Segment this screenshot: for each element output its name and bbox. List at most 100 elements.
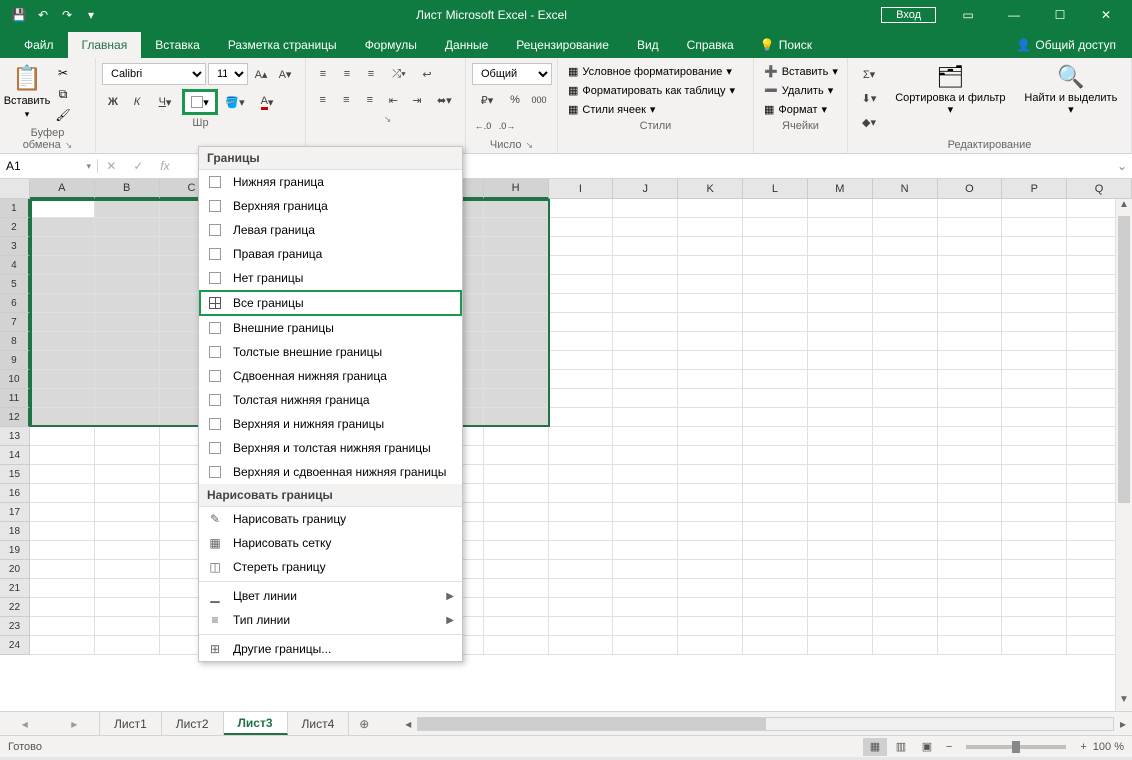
cell-O17[interactable] <box>938 503 1003 522</box>
cell-O20[interactable] <box>938 560 1003 579</box>
cell-H21[interactable] <box>484 579 549 598</box>
cell-L9[interactable] <box>743 351 808 370</box>
cell-N14[interactable] <box>873 446 938 465</box>
cell-B22[interactable] <box>95 598 160 617</box>
col-header-K[interactable]: K <box>678 179 743 199</box>
cell-I19[interactable] <box>549 541 614 560</box>
decrease-decimal-icon[interactable]: .0→ <box>496 115 518 137</box>
cell-H13[interactable] <box>484 427 549 446</box>
cell-P4[interactable] <box>1002 256 1067 275</box>
cell-B14[interactable] <box>95 446 160 465</box>
scroll-right-icon[interactable]: ▸ <box>1114 717 1132 731</box>
cell-N17[interactable] <box>873 503 938 522</box>
cell-J6[interactable] <box>613 294 678 313</box>
row-header-7[interactable]: 7 <box>0 313 30 332</box>
col-header-A[interactable]: A <box>30 179 95 199</box>
cell-M19[interactable] <box>808 541 873 560</box>
row-header-3[interactable]: 3 <box>0 237 30 256</box>
cell-O16[interactable] <box>938 484 1003 503</box>
cell-O23[interactable] <box>938 617 1003 636</box>
cell-A23[interactable] <box>30 617 95 636</box>
cell-L7[interactable] <box>743 313 808 332</box>
cell-A16[interactable] <box>30 484 95 503</box>
cell-I6[interactable] <box>549 294 614 313</box>
col-header-J[interactable]: J <box>613 179 678 199</box>
cell-L19[interactable] <box>743 541 808 560</box>
close-icon[interactable]: ✕ <box>1084 1 1128 29</box>
col-header-L[interactable]: L <box>743 179 808 199</box>
cell-I17[interactable] <box>549 503 614 522</box>
draw-border-option-4[interactable]: ≡Тип линии▶ <box>199 608 462 632</box>
cell-J22[interactable] <box>613 598 678 617</box>
cell-H8[interactable] <box>484 332 549 351</box>
cell-N20[interactable] <box>873 560 938 579</box>
scroll-down-icon[interactable]: ▼ <box>1116 694 1132 711</box>
cell-N12[interactable] <box>873 408 938 427</box>
cell-N11[interactable] <box>873 389 938 408</box>
col-header-I[interactable]: I <box>549 179 614 199</box>
cell-B5[interactable] <box>95 275 160 294</box>
cell-I4[interactable] <box>549 256 614 275</box>
cell-I10[interactable] <box>549 370 614 389</box>
cell-A18[interactable] <box>30 522 95 541</box>
maximize-icon[interactable]: ☐ <box>1038 1 1082 29</box>
align-top-icon[interactable]: ≡ <box>312 63 334 85</box>
cell-N5[interactable] <box>873 275 938 294</box>
cell-O21[interactable] <box>938 579 1003 598</box>
border-option-6[interactable]: Внешние границы <box>199 316 462 340</box>
cell-K17[interactable] <box>678 503 743 522</box>
draw-border-option-1[interactable]: ▦Нарисовать сетку <box>199 531 462 555</box>
cell-J8[interactable] <box>613 332 678 351</box>
cell-P1[interactable] <box>1002 199 1067 218</box>
cell-H18[interactable] <box>484 522 549 541</box>
cell-O4[interactable] <box>938 256 1003 275</box>
cell-A7[interactable] <box>30 313 95 332</box>
cell-P2[interactable] <box>1002 218 1067 237</box>
cell-J12[interactable] <box>613 408 678 427</box>
cell-L10[interactable] <box>743 370 808 389</box>
cell-N24[interactable] <box>873 636 938 655</box>
login-button[interactable]: Вход <box>881 7 936 23</box>
col-header-H[interactable]: H <box>484 179 549 199</box>
cell-J1[interactable] <box>613 199 678 218</box>
align-center-icon[interactable]: ≡ <box>336 89 358 111</box>
cell-O8[interactable] <box>938 332 1003 351</box>
enter-formula-icon[interactable]: ✓ <box>133 159 143 173</box>
cell-I23[interactable] <box>549 617 614 636</box>
cell-L11[interactable] <box>743 389 808 408</box>
cell-J5[interactable] <box>613 275 678 294</box>
cell-H1[interactable] <box>484 199 549 218</box>
cell-O24[interactable] <box>938 636 1003 655</box>
cell-K14[interactable] <box>678 446 743 465</box>
cell-L8[interactable] <box>743 332 808 351</box>
tab-view[interactable]: Вид <box>623 32 673 58</box>
border-option-1[interactable]: Верхняя граница <box>199 194 462 218</box>
cell-A8[interactable] <box>30 332 95 351</box>
cut-icon[interactable]: ✂ <box>52 64 74 82</box>
cell-O9[interactable] <box>938 351 1003 370</box>
format-as-table-button[interactable]: ▦ Форматировать как таблицу ▾ <box>564 82 747 99</box>
cell-H16[interactable] <box>484 484 549 503</box>
cell-I7[interactable] <box>549 313 614 332</box>
cell-A12[interactable] <box>30 408 95 427</box>
cell-I14[interactable] <box>549 446 614 465</box>
align-left-icon[interactable]: ≡ <box>312 89 334 111</box>
cell-B6[interactable] <box>95 294 160 313</box>
cell-P14[interactable] <box>1002 446 1067 465</box>
increase-decimal-icon[interactable]: ←.0 <box>472 115 494 137</box>
border-option-2[interactable]: Левая граница <box>199 218 462 242</box>
borders-split-button[interactable]: ▾ <box>182 89 218 115</box>
cell-I5[interactable] <box>549 275 614 294</box>
cell-P18[interactable] <box>1002 522 1067 541</box>
cell-B15[interactable] <box>95 465 160 484</box>
cell-P15[interactable] <box>1002 465 1067 484</box>
col-header-M[interactable]: M <box>808 179 873 199</box>
cell-H11[interactable] <box>484 389 549 408</box>
cell-O18[interactable] <box>938 522 1003 541</box>
row-header-11[interactable]: 11 <box>0 389 30 408</box>
add-sheet-button[interactable]: ⊕ <box>349 712 379 735</box>
cell-B16[interactable] <box>95 484 160 503</box>
cell-M15[interactable] <box>808 465 873 484</box>
cell-H4[interactable] <box>484 256 549 275</box>
horizontal-scrollbar[interactable]: ◂ ▸ <box>399 712 1132 735</box>
